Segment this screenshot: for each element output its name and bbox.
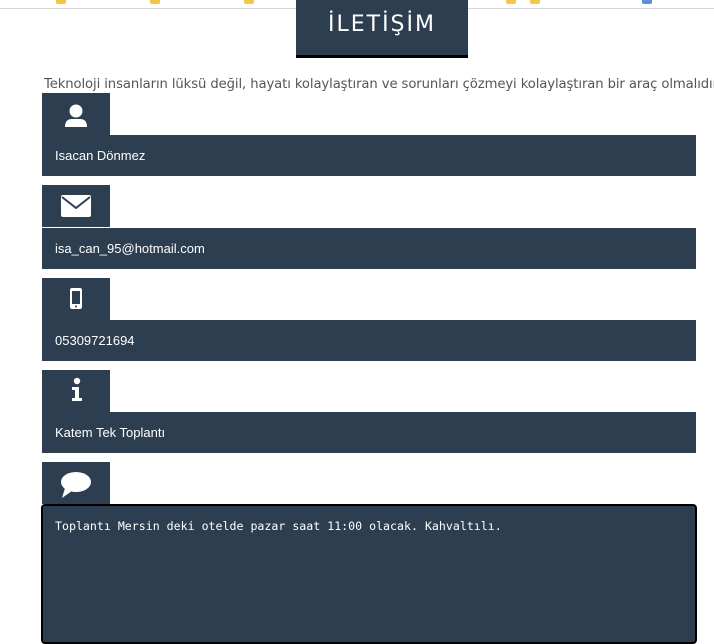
mobile-phone-icon-tab [42,278,110,320]
info-icon-tab [42,370,110,412]
email-field[interactable]: isa_can_95@hotmail.com [42,228,696,269]
bookmark-folder-icon[interactable] [56,0,66,4]
subject-field[interactable]: Katem Tek Toplantı [42,412,696,453]
speech-bubble-icon [61,472,91,498]
bookmark-folder-icon[interactable] [506,0,516,4]
bookmark-page-icon[interactable] [642,0,652,4]
bookmark-folder-icon[interactable] [530,0,540,4]
tagline-text: Teknoloji insanların lüksü değil, hayatı… [44,77,714,92]
bookmark-folder-icon[interactable] [150,0,160,4]
envelope-icon [61,195,91,217]
page-title: İLETİŞİM [296,0,468,58]
bookmark-folder-icon[interactable] [244,0,254,4]
phone-field[interactable]: 05309721694 [42,320,696,361]
user-icon-tab [42,93,110,135]
message-textarea[interactable]: Toplantı Mersin deki otelde pazar saat 1… [41,504,697,644]
envelope-icon-tab [42,185,110,227]
speech-bubble-icon-tab [42,462,110,504]
user-icon [65,104,87,127]
name-field[interactable]: Isacan Dönmez [42,135,696,176]
mobile-phone-icon [70,288,82,309]
info-icon [72,377,82,401]
